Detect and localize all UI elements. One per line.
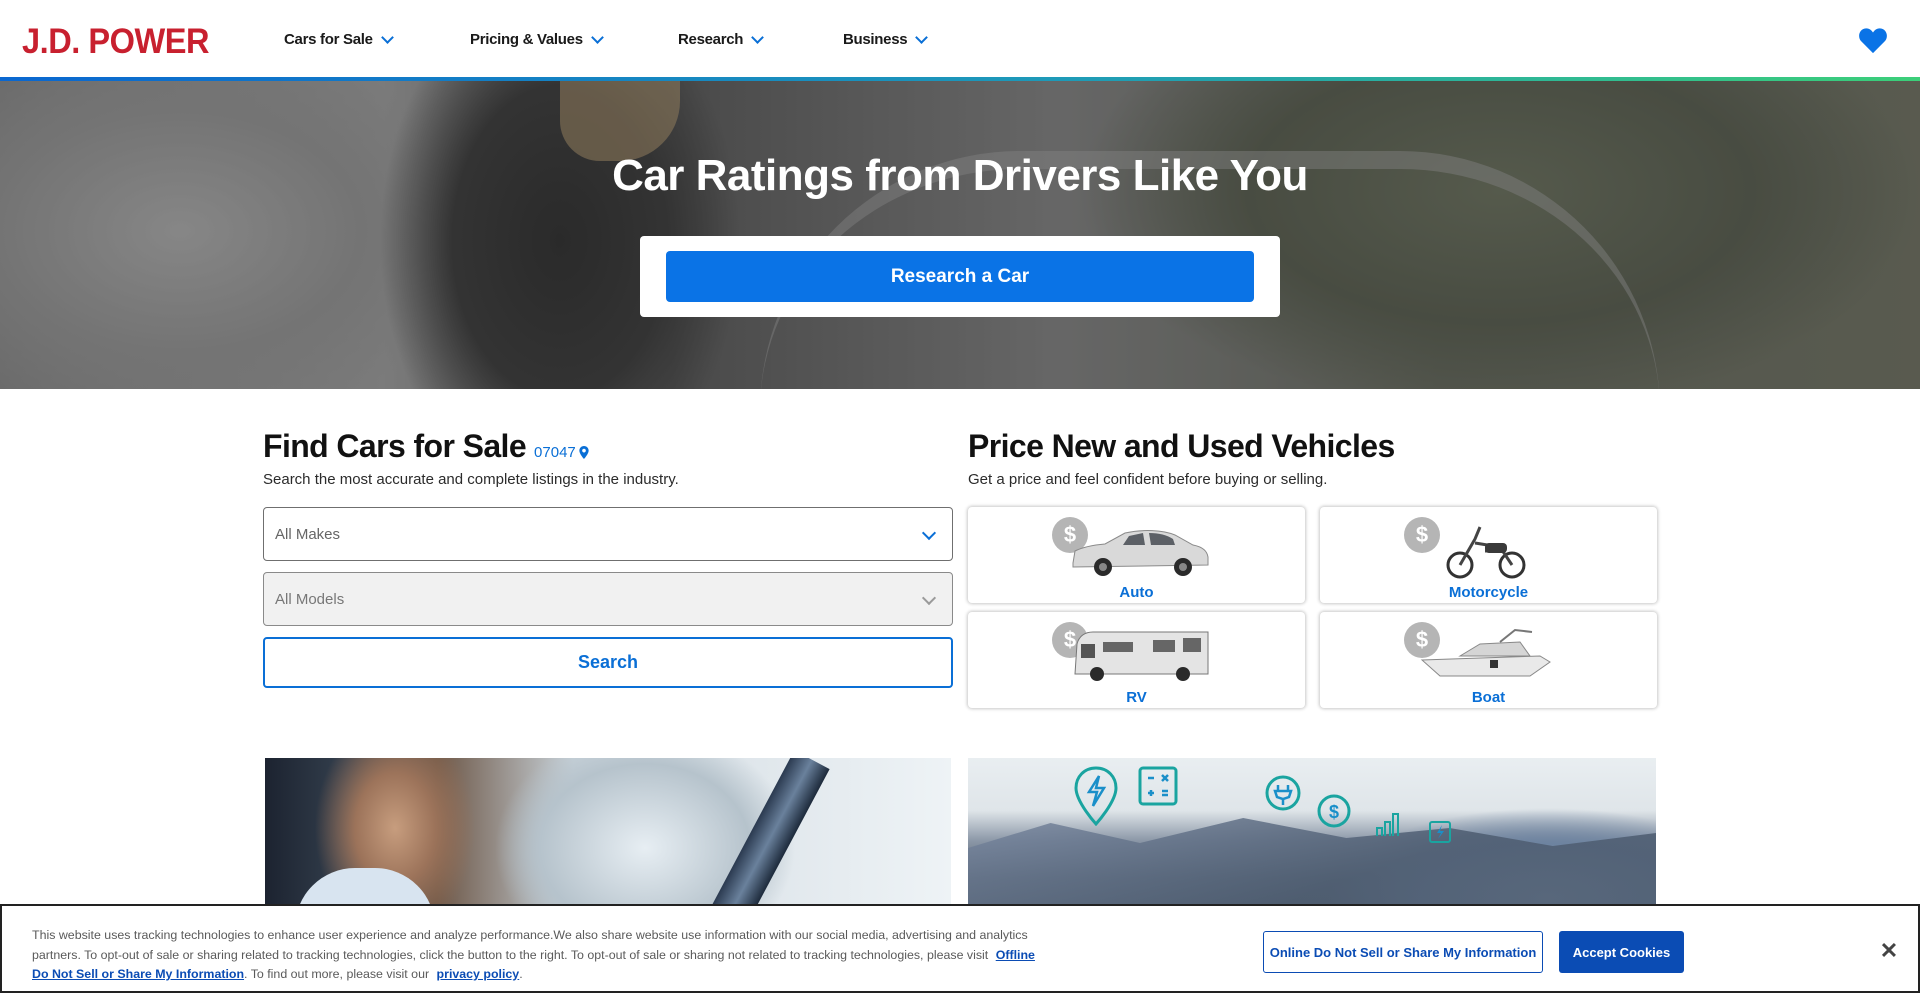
location-pin-icon [579,446,589,459]
promo-image-detail [700,758,830,908]
find-cars-heading: Find Cars for Sale 07047 [263,428,953,465]
cookie-message: This website uses tracking technologies … [32,928,1028,962]
promo-image-detail [968,818,1656,908]
cookie-end-text: . [519,967,523,981]
promo-image-dealer[interactable] [265,758,951,908]
tile-rv[interactable]: $ RV [968,612,1305,708]
cookie-middle-text: . To find out more, please visit our [244,967,430,981]
privacy-policy-link[interactable]: privacy policy [437,967,520,981]
calculator-icon [1138,766,1178,806]
nav-cars-for-sale[interactable]: Cars for Sale [284,30,394,48]
promo-image-ev[interactable]: $ [968,758,1656,908]
tile-label: RV [1126,689,1147,706]
boat-icon [1420,628,1551,677]
hero-overlay [0,81,1920,389]
chevron-down-icon [921,525,937,541]
svg-text:$: $ [1329,802,1339,822]
heart-icon[interactable] [1858,26,1888,54]
chevron-down-icon [915,30,929,44]
chevron-down-icon [590,30,604,44]
ev-location-icon [1074,766,1118,826]
nav-research[interactable]: Research [678,30,765,48]
find-cars-title: Find Cars for Sale [263,428,527,464]
tile-label: Boat [1471,689,1506,706]
online-do-not-sell-button[interactable]: Online Do Not Sell or Share My Informati… [1263,931,1543,973]
rv-icon [1074,631,1209,681]
price-vehicles-section: Price New and Used Vehicles Get a price … [968,428,1658,708]
cookie-text: This website uses tracking technologies … [32,926,1042,985]
accept-cookies-button[interactable]: Accept Cookies [1559,931,1684,973]
zip-code: 07047 [534,444,576,461]
chevron-down-icon [751,30,765,44]
research-a-car-button[interactable]: Research a Car [666,251,1254,302]
find-cars-section: Find Cars for Sale 07047 Search the most… [263,428,953,688]
site-header: J.D. POWER Cars for Sale Pricing & Value… [0,0,1920,81]
nav-business[interactable]: Business [843,30,929,48]
tile-label: Auto [1119,584,1154,601]
chevron-down-icon [380,30,394,44]
nav-label: Cars for Sale [284,31,373,48]
promo-image-detail [295,868,435,908]
makes-select-value: All Makes [275,525,341,543]
jd-power-logo[interactable]: J.D. POWER [22,22,210,62]
tile-auto[interactable]: $ Auto [968,507,1305,603]
price-vehicles-title: Price New and Used Vehicles [968,428,1395,464]
battery-charge-icon [1429,821,1451,843]
nav-pricing-values[interactable]: Pricing & Values [470,30,604,48]
tile-boat[interactable]: $ Boat [1320,612,1657,708]
makes-select[interactable]: All Makes [263,507,953,561]
cookie-banner: This website uses tracking technologies … [0,904,1920,993]
models-select[interactable]: All Models [263,572,953,626]
bar-chart-icon [1376,813,1399,836]
find-cars-subtitle: Search the most accurate and complete li… [263,471,679,488]
models-select-value: All Models [275,590,345,608]
tile-label: Motorcycle [1448,584,1529,601]
motorcycle-icon [1446,526,1526,579]
tile-motorcycle[interactable]: $ Motorcycle [1320,507,1657,603]
zip-code-link[interactable]: 07047 [534,444,589,461]
nav-label: Business [843,31,908,48]
car-icon [1072,530,1209,576]
dollar-circle-icon: $ [1317,794,1351,828]
hero-cta-box: Research a Car [640,236,1280,317]
nav-label: Research [678,31,744,48]
charging-plug-icon [1265,775,1301,811]
chevron-down-icon [921,590,937,606]
close-icon[interactable]: ✕ [1878,940,1900,962]
price-vehicles-subtitle: Get a price and feel confident before bu… [968,471,1328,488]
hero-banner: Car Ratings from Drivers Like You Resear… [0,81,1920,389]
hero-title: Car Ratings from Drivers Like You [612,151,1308,200]
nav-label: Pricing & Values [470,31,583,48]
search-button[interactable]: Search [263,637,953,688]
